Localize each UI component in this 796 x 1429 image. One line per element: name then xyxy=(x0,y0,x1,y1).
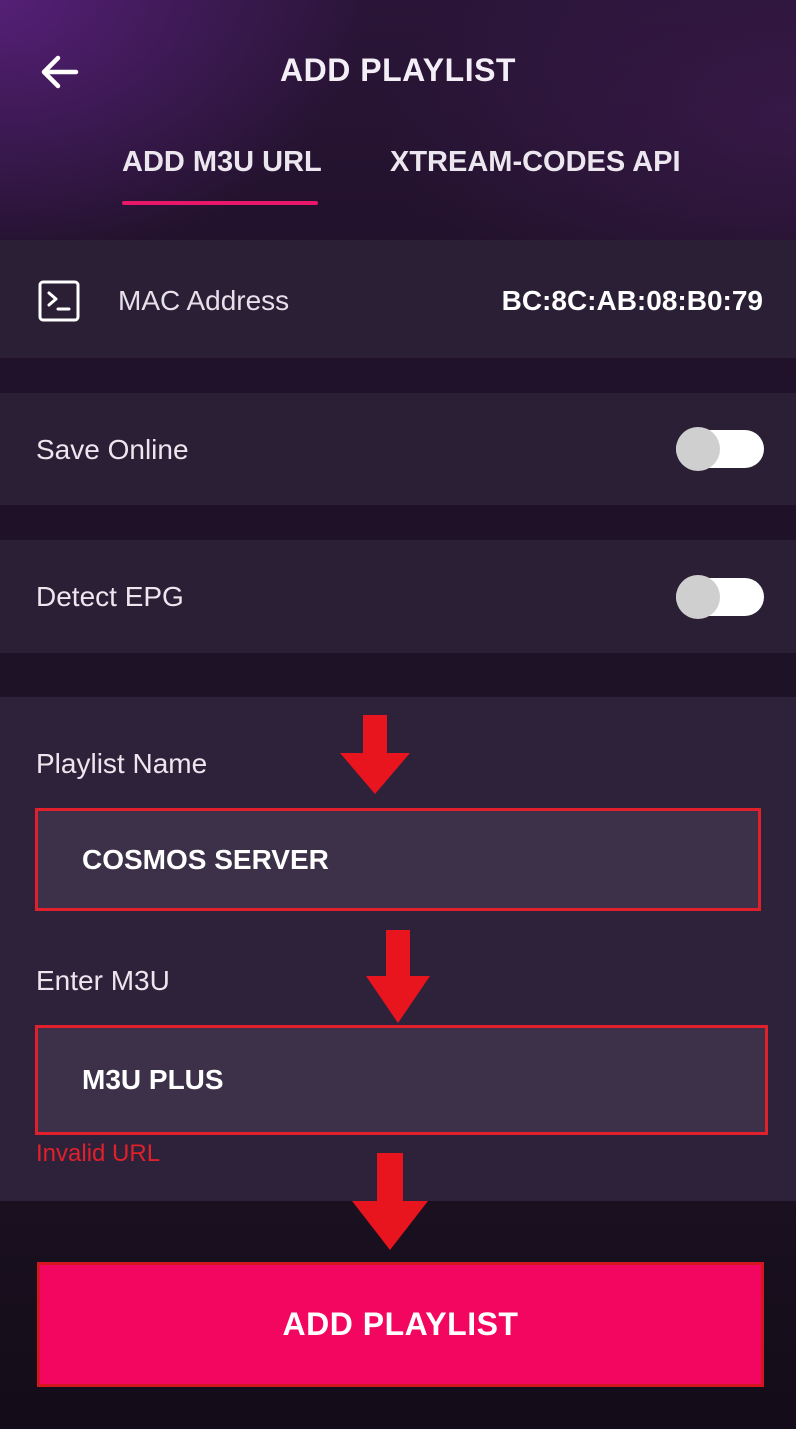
tab-add-m3u-url[interactable]: ADD M3U URL xyxy=(122,146,322,179)
toggle-knob xyxy=(676,427,720,471)
m3u-url-input[interactable]: M3U PLUS xyxy=(35,1025,768,1135)
tab-xtream-codes-api[interactable]: XTREAM-CODES API xyxy=(390,146,681,179)
save-online-label: Save Online xyxy=(36,434,189,465)
m3u-error-message: Invalid URL xyxy=(36,1140,161,1167)
playlist-name-input[interactable]: COSMOS SERVER xyxy=(35,808,761,911)
playlist-name-label: Playlist Name xyxy=(36,748,208,779)
detect-epg-toggle[interactable] xyxy=(676,575,764,619)
annotation-arrow-down-icon xyxy=(340,715,410,794)
annotation-arrow-down-icon xyxy=(366,930,430,1023)
add-playlist-button[interactable]: ADD PLAYLIST xyxy=(37,1262,764,1387)
page-title: ADD PLAYLIST xyxy=(280,52,516,88)
annotation-arrow-down-icon xyxy=(352,1153,428,1250)
mac-address-value: BC:8C:AB:08:B0:79 xyxy=(501,285,763,316)
active-tab-indicator xyxy=(122,201,318,205)
toggle-knob xyxy=(676,575,720,619)
terminal-icon xyxy=(38,280,80,322)
save-online-toggle[interactable] xyxy=(676,427,764,471)
detect-epg-label: Detect EPG xyxy=(36,581,184,612)
playlist-name-value: COSMOS SERVER xyxy=(82,843,329,875)
m3u-label: Enter M3U xyxy=(36,965,170,996)
m3u-url-value: M3U PLUS xyxy=(82,1064,224,1095)
mac-address-label: MAC Address xyxy=(118,285,290,316)
